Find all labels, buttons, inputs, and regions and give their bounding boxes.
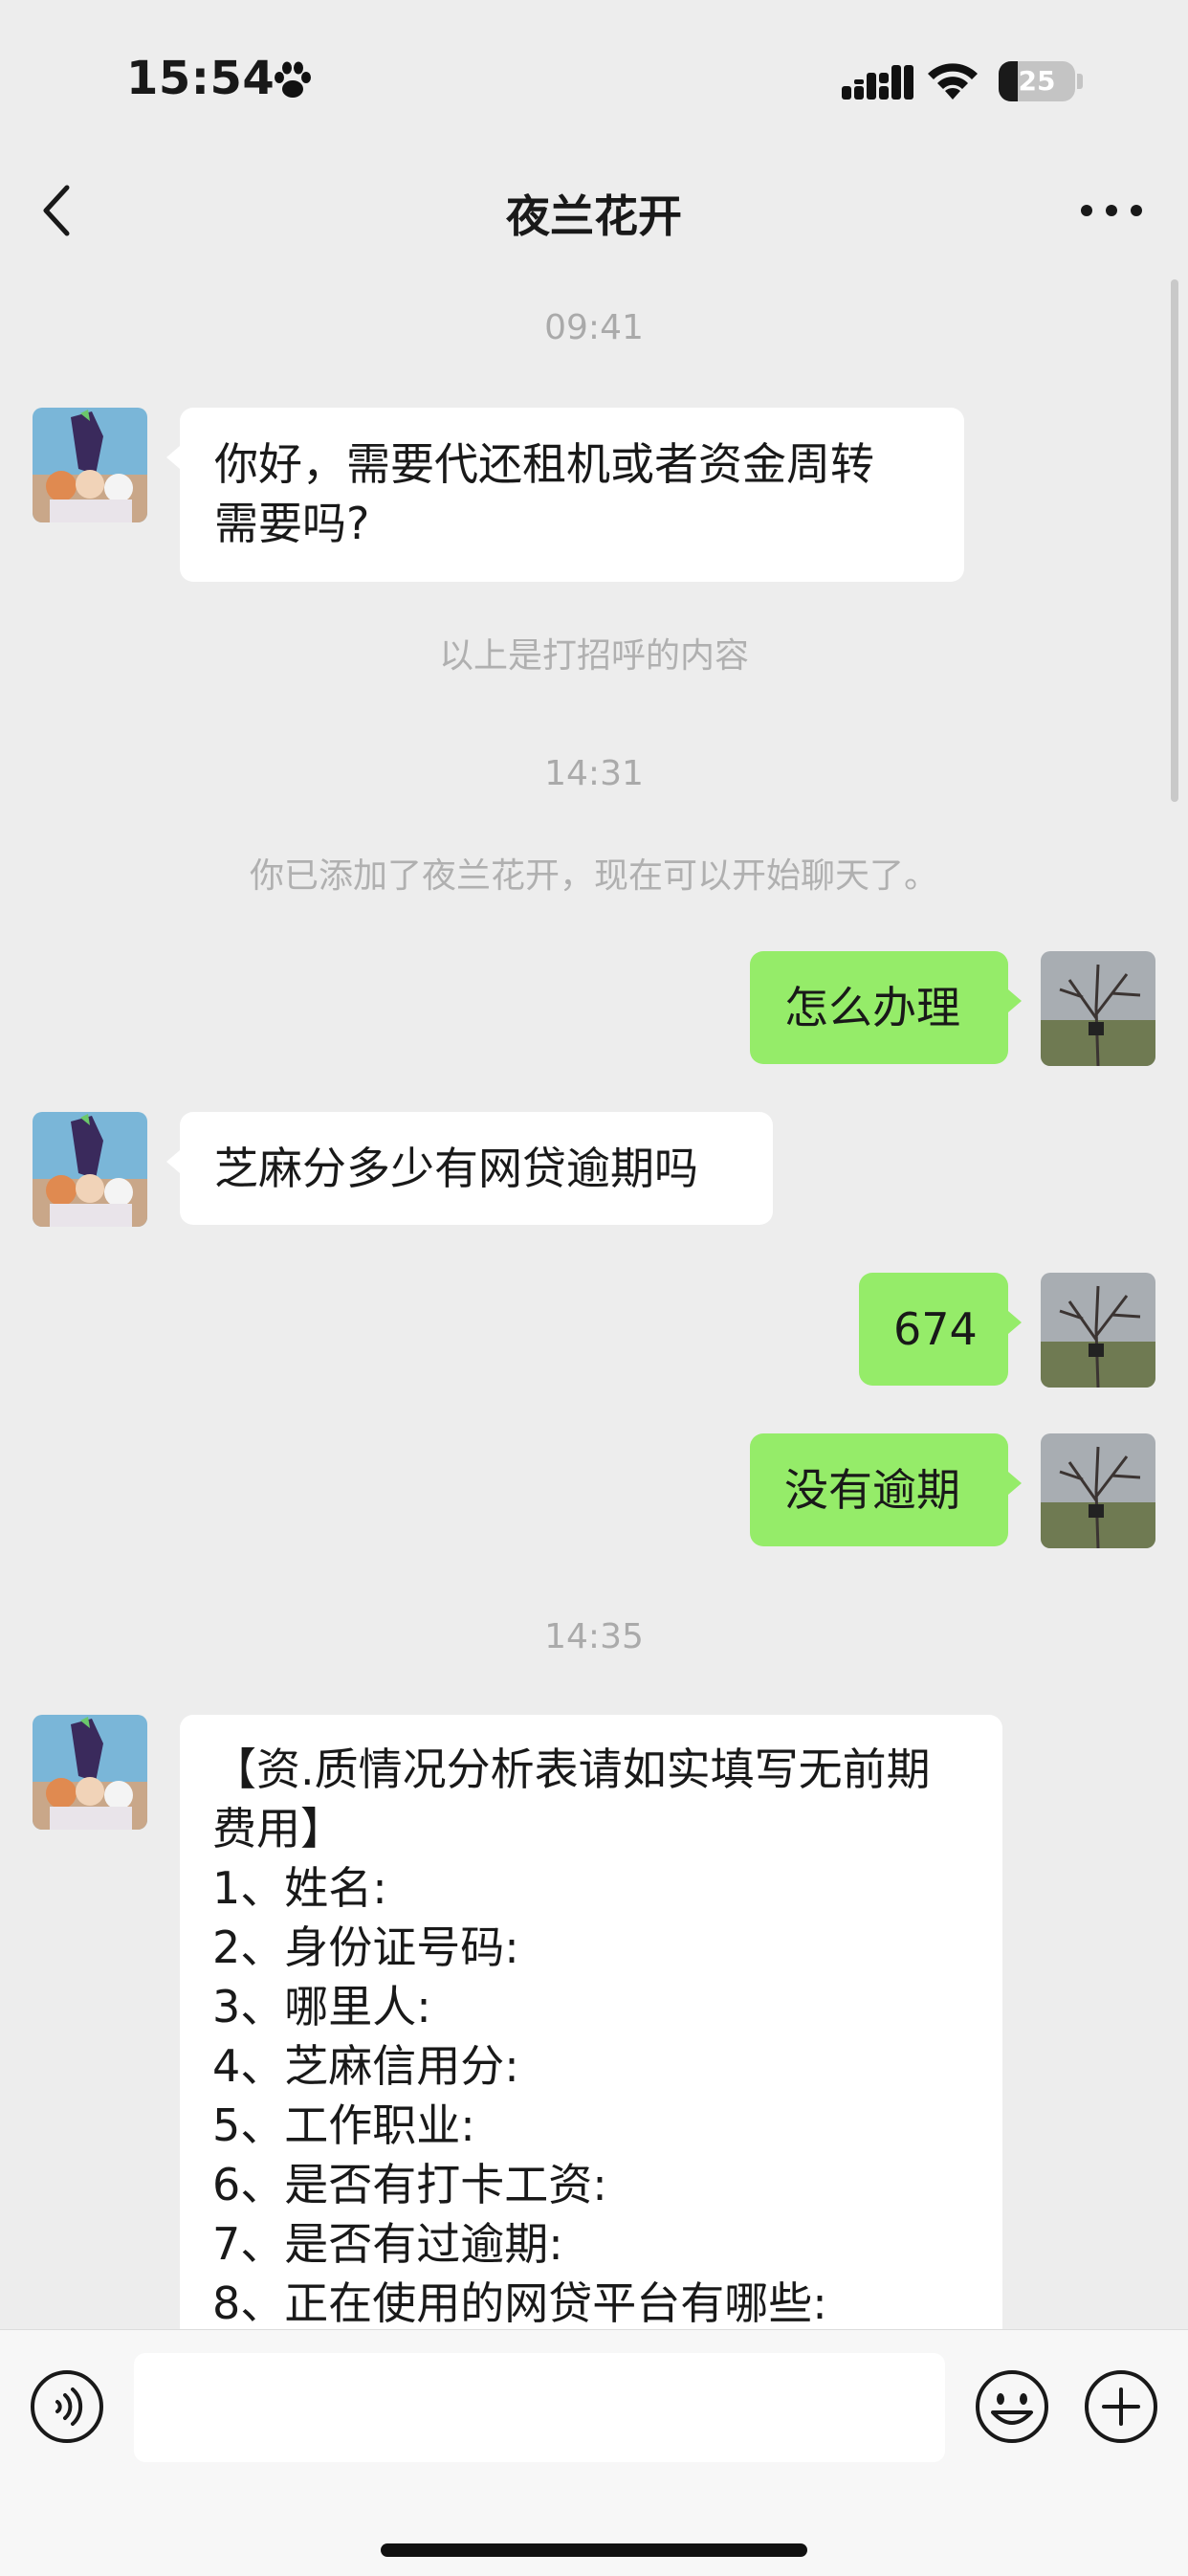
battery-cap bbox=[1077, 74, 1083, 89]
timestamp: 14:35 bbox=[544, 1617, 644, 1656]
message-text: 1、姓名: bbox=[212, 1862, 387, 1914]
message-text: 3、哪里人: bbox=[212, 1981, 431, 2032]
message-text: 8、正在使用的网贷平台有哪些: bbox=[212, 2277, 827, 2329]
message-text: 2、身份证号码: bbox=[212, 1921, 519, 1973]
emoji-icon[interactable] bbox=[974, 2368, 1050, 2445]
message-bubble-outgoing[interactable]: 怎么办理 bbox=[750, 951, 1022, 1064]
more-options-button[interactable] bbox=[1077, 191, 1146, 230]
my-avatar[interactable] bbox=[1041, 951, 1155, 1066]
message-text: 费用】 bbox=[212, 1803, 344, 1854]
scrollbar[interactable] bbox=[1171, 279, 1178, 802]
contact-avatar[interactable] bbox=[33, 1112, 147, 1227]
contact-avatar[interactable] bbox=[33, 1715, 147, 1830]
message-bubble-incoming[interactable]: 【资.质情况分析表请如实填写无前期 费用】 1、姓名: 2、身份证号码: 3、哪… bbox=[180, 1715, 1002, 2346]
battery-shell: 25 bbox=[999, 61, 1075, 101]
wifi-icon bbox=[928, 63, 978, 100]
status-time: 15:54 bbox=[126, 52, 275, 105]
contact-avatar[interactable] bbox=[33, 408, 147, 522]
message-text: 【资.质情况分析表请如实填写无前期 bbox=[212, 1743, 931, 1795]
voice-icon[interactable] bbox=[29, 2368, 105, 2445]
message-text: 4、芝麻信用分: bbox=[212, 2040, 519, 2092]
timestamp: 14:31 bbox=[544, 754, 644, 793]
message-text: 需要吗? bbox=[214, 498, 370, 549]
message-text: 没有逾期 bbox=[784, 1464, 960, 1516]
message-text: 5、工作职业: bbox=[212, 2099, 475, 2151]
message-bubble-incoming[interactable]: 你好，需要代还租机或者资金周转 需要吗? bbox=[166, 408, 964, 582]
chat-title: 夜兰花开 bbox=[506, 190, 682, 242]
message-bubble-outgoing[interactable]: 没有逾期 bbox=[750, 1433, 1022, 1546]
system-notice: 你已添加了夜兰花开，现在可以开始聊天了。 bbox=[249, 856, 938, 896]
message-bubble-outgoing[interactable]: 674 bbox=[859, 1273, 1022, 1386]
cellular-signal-icon bbox=[842, 65, 913, 100]
input-bar bbox=[0, 2329, 1188, 2576]
message-text: 怎么办理 bbox=[784, 982, 960, 1033]
message-text: 芝麻分多少有网贷逾期吗 bbox=[214, 1143, 698, 1194]
system-notice: 以上是打招呼的内容 bbox=[438, 636, 749, 676]
battery-icon: 25 bbox=[999, 61, 1083, 101]
my-avatar[interactable] bbox=[1041, 1273, 1155, 1388]
message-input[interactable] bbox=[134, 2353, 945, 2462]
plus-icon[interactable] bbox=[1083, 2368, 1159, 2445]
message-bubble-incoming[interactable]: 芝麻分多少有网贷逾期吗 bbox=[166, 1112, 773, 1225]
message-text: 674 bbox=[893, 1303, 978, 1355]
my-avatar[interactable] bbox=[1041, 1433, 1155, 1548]
timestamp: 09:41 bbox=[544, 308, 644, 347]
battery-level: 25 bbox=[1018, 65, 1056, 97]
message-text: 7、是否有过逾期: bbox=[212, 2218, 563, 2270]
paw-icon bbox=[275, 61, 311, 98]
message-text: 你好，需要代还租机或者资金周转 bbox=[214, 438, 874, 490]
home-indicator bbox=[381, 2543, 807, 2557]
message-text: 6、是否有打卡工资: bbox=[212, 2159, 607, 2210]
